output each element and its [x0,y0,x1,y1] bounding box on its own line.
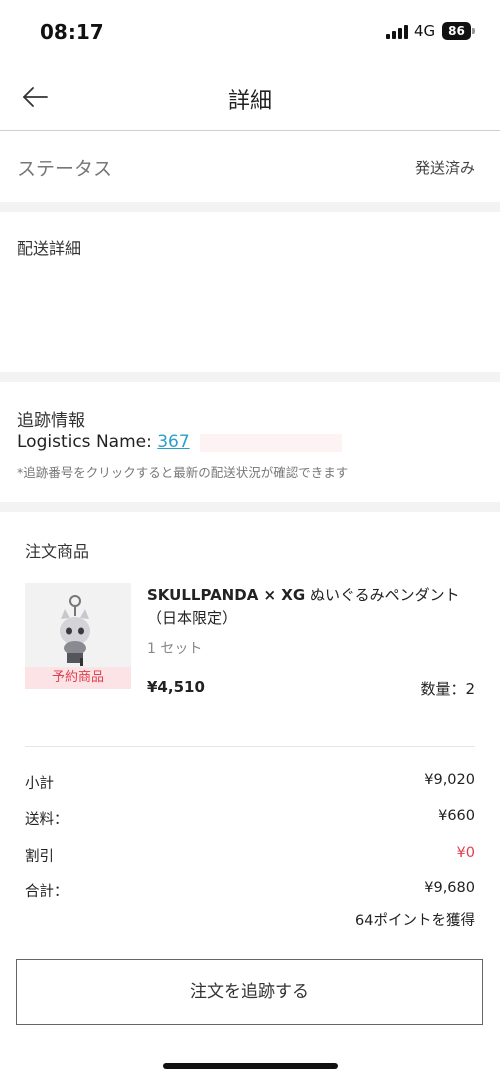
summary-value: ¥9,020 [424,772,475,788]
summary-label: 割引 [25,849,54,865]
tracking-number-link[interactable]: 367 [157,432,189,452]
product-price: ¥4,510 [147,678,205,696]
section-divider [0,202,500,212]
summary-row-subtotal: 小計 ¥9,020 [25,772,475,796]
section-divider [0,502,500,512]
status-row: ステータス 発送済み [0,132,500,202]
product-name[interactable]: SKULLPANDA × XG ぬいぐるみペンダント（日本限定） [147,584,477,630]
order-section: 注文商品 予約商品 SKULLPANDA × XG ぬいぐるみペンダント（日本限… [0,514,500,1080]
order-detail-screen: 08:17 4G 86 詳細 ステータス 発送済み 配送詳細 追跡情報 Logi… [0,0,500,1080]
redacted-tracking-area [200,434,342,452]
order-title: 注文商品 [25,542,90,561]
status-bar: 08:17 4G 86 [0,0,500,62]
section-divider [0,372,500,382]
battery-level: 86 [448,24,465,38]
tracking-title: 追跡情報 [17,411,85,431]
tracking-section: 追跡情報 Logistics Name: 367 *追跡番号をクリックすると最新… [0,382,500,502]
product-quantity: 数量：2 [420,680,475,698]
product-brand: SKULLPANDA × XG [147,586,306,604]
track-order-button[interactable]: 注文を追跡する [16,959,483,1025]
summary-label: 合計： [25,884,69,900]
page-title: 詳細 [227,89,272,114]
summary-value: ¥660 [438,808,475,824]
delivery-title: 配送詳細 [17,239,82,258]
summary-value: ¥0 [456,845,475,861]
summary-label: 小計 [25,776,54,792]
home-indicator [163,1063,338,1069]
summary-value: ¥9,680 [424,880,475,896]
delivery-section: 配送詳細 [0,212,500,372]
logistics-label: Logistics Name: [17,432,158,452]
summary-row-discount: 割引 ¥0 [25,845,475,869]
summary-divider [25,746,475,747]
signal-icon [386,25,408,39]
summary-row-shipping: 送料： ¥660 [25,808,475,832]
points-earned: 64ポイントを獲得 [355,913,475,929]
tracking-note: *追跡番号をクリックすると最新の配送状況が確認できます [17,465,349,480]
summary-label: 送料： [25,812,69,828]
preorder-badge: 予約商品 [25,667,131,689]
product-variant: 1 セット [147,641,203,657]
battery-icon: 86 [442,22,475,40]
product-image[interactable]: 予約商品 [25,583,131,689]
network-label: 4G [414,22,436,40]
logistics-line: Logistics Name: 367 [17,432,190,452]
status-time: 08:17 [40,20,104,44]
status-label: ステータス [17,158,113,180]
status-value: 発送済み [414,159,475,177]
header: 詳細 [0,62,500,131]
summary-row-total: 合計： ¥9,680 [25,880,475,904]
